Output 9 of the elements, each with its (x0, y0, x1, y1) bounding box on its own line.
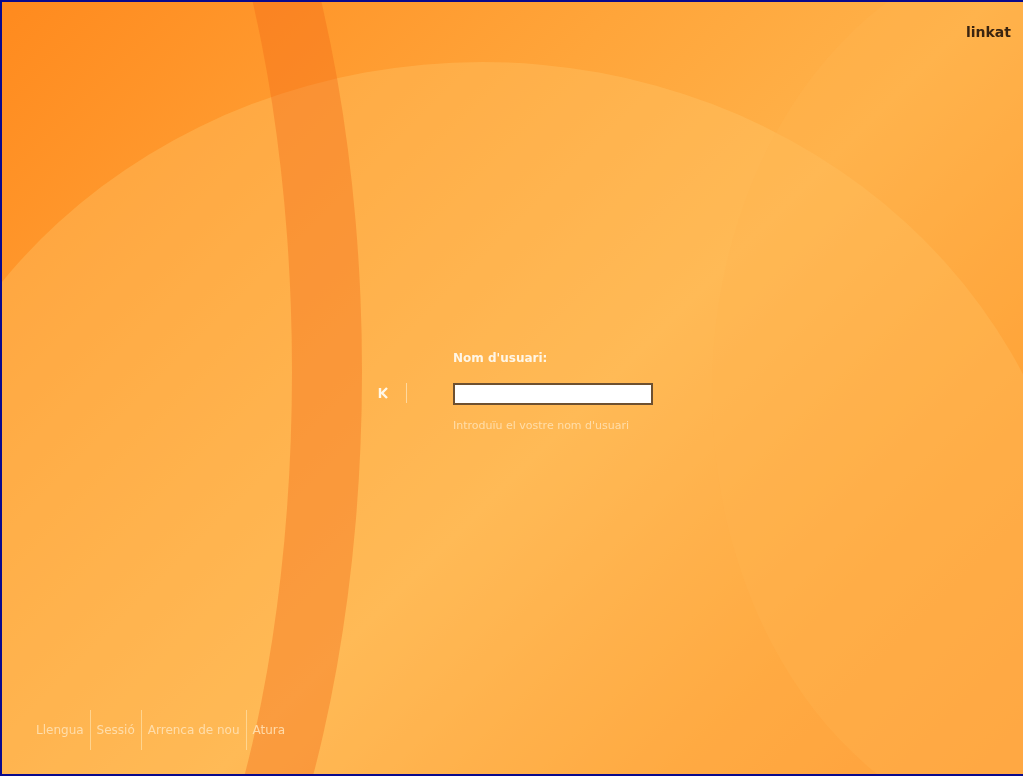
k-logo-icon (378, 387, 390, 399)
footer-button[interactable]: Atura (246, 723, 292, 737)
username-label: Nom d'usuari: (453, 351, 549, 367)
username-hint: Introduïu el vostre nom d'usuari (453, 419, 631, 432)
footer-button[interactable]: Sessió (90, 723, 141, 737)
username-field[interactable] (453, 383, 653, 405)
footer-button[interactable]: Arrenca de nou (141, 723, 246, 737)
footer-button[interactable]: Llengua (30, 723, 90, 737)
logo: linkat (966, 24, 1011, 42)
